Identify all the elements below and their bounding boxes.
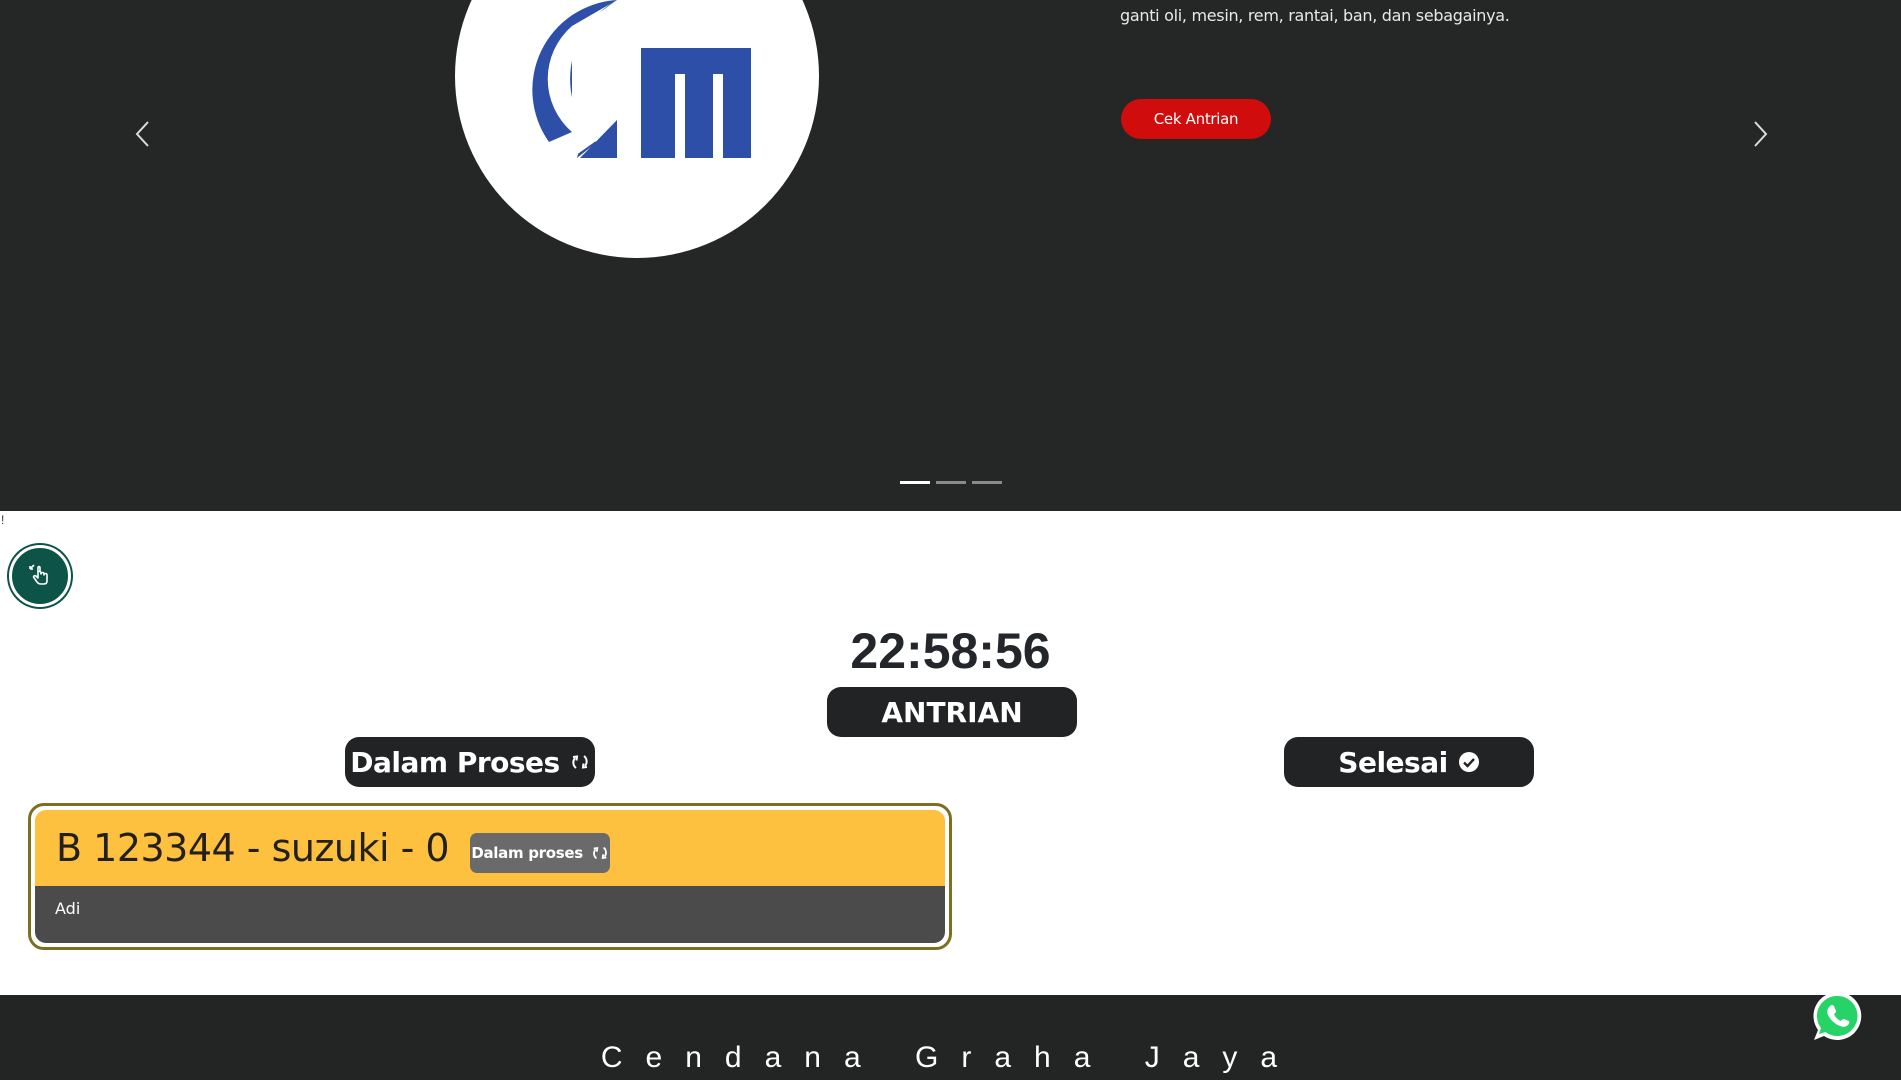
status-badge: Dalam proses	[470, 833, 611, 873]
carousel-indicator-3[interactable]	[972, 481, 1002, 484]
chevron-left-icon	[135, 121, 149, 147]
queue-card-title: B 123344 - suzuki - 0	[56, 826, 450, 870]
queue-title: ANTRIAN	[827, 687, 1077, 737]
carousel-indicator-1[interactable]	[900, 481, 930, 484]
refresh-icon	[593, 846, 607, 860]
stray-text: !	[1, 513, 5, 527]
hero-carousel: ganti oli, mesin, rem, rantai, ban, dan …	[0, 0, 1901, 511]
carousel-indicator-2[interactable]	[936, 481, 966, 484]
in-progress-label: Dalam Proses	[350, 745, 560, 779]
queue-card[interactable]: B 123344 - suzuki - 0 Dalam proses Adi	[28, 803, 952, 950]
carousel-prev-button[interactable]	[128, 114, 158, 154]
in-progress-header: Dalam Proses	[345, 737, 595, 787]
status-badge-label: Dalam proses	[471, 844, 583, 862]
whatsapp-icon	[1813, 991, 1862, 1040]
hand-pointer-icon	[29, 564, 48, 585]
chevron-right-icon	[1754, 121, 1768, 147]
cek-antrian-button[interactable]: Cek Antrian	[1121, 99, 1271, 139]
whatsapp-button[interactable]	[1810, 988, 1866, 1044]
mechanic-name: Adi	[55, 899, 81, 918]
hero-description: ganti oli, mesin, rem, rantai, ban, dan …	[1120, 6, 1510, 25]
check-circle-icon	[1458, 752, 1479, 772]
carousel-next-button[interactable]	[1745, 114, 1775, 154]
floating-action-button[interactable]	[9, 545, 71, 607]
queue-card-header: B 123344 - suzuki - 0 Dalam proses	[35, 810, 945, 886]
company-logo	[532, 0, 751, 158]
queue-card-body: Adi	[35, 886, 945, 943]
footer-brand: Cendana Graha Jaya	[600, 1041, 1301, 1074]
queue-clock: 22:58:56	[850, 623, 1051, 679]
refresh-icon	[572, 755, 588, 769]
queue-title-label: ANTRIAN	[881, 695, 1023, 729]
carousel-indicators	[900, 481, 1002, 484]
done-label: Selesai	[1338, 745, 1448, 779]
done-header: Selesai	[1284, 737, 1534, 787]
